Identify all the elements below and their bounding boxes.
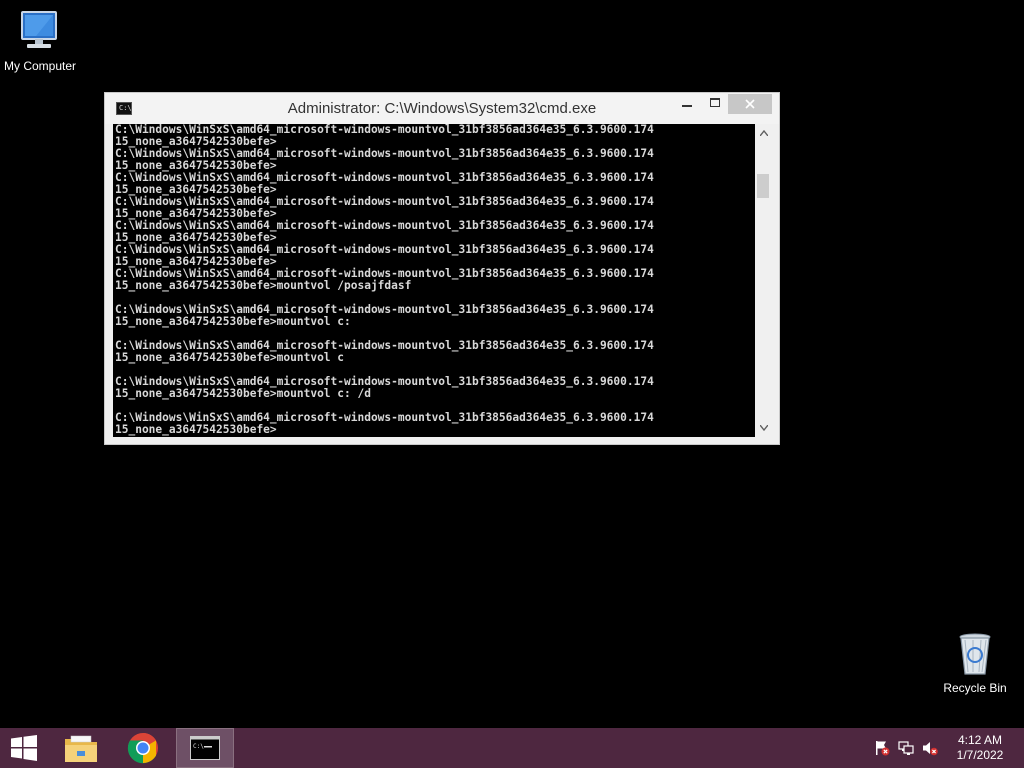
taskbar-chrome[interactable] bbox=[119, 728, 167, 768]
taskbar-clock[interactable]: 4:12 AM 1/7/2022 bbox=[945, 733, 1015, 763]
folder-icon bbox=[65, 735, 97, 762]
scroll-down-button[interactable] bbox=[755, 421, 772, 435]
console-line: 15_none_a3647542530befe>mountvol c: /d bbox=[115, 387, 371, 400]
chevron-down-icon bbox=[758, 424, 769, 432]
desktop-icon-label: My Computer bbox=[3, 59, 77, 73]
network-icon[interactable] bbox=[898, 740, 914, 756]
minimize-icon bbox=[681, 105, 692, 107]
action-center-flag-icon[interactable] bbox=[874, 740, 890, 756]
desktop-icon-recycle-bin[interactable]: Recycle Bin bbox=[935, 630, 1015, 695]
taskbar-command-prompt[interactable]: C:\ bbox=[176, 728, 234, 768]
taskbar-file-explorer[interactable] bbox=[57, 728, 105, 768]
minimize-button[interactable] bbox=[672, 94, 701, 114]
desktop: My Computer Recycle Bin C:\ Administrato… bbox=[0, 0, 1024, 728]
vertical-scrollbar[interactable] bbox=[755, 124, 772, 437]
console-line: 15_none_a3647542530befe>mountvol c bbox=[115, 351, 345, 364]
desktop-icon-label: Recycle Bin bbox=[943, 681, 1007, 695]
desktop-icon-my-computer[interactable]: My Computer bbox=[0, 8, 80, 73]
console-line: 15_none_a3647542530befe> bbox=[115, 423, 277, 436]
maximize-icon bbox=[710, 98, 720, 107]
console-line: 15_none_a3647542530befe>mountvol /posajf… bbox=[115, 279, 412, 292]
windows-logo-icon bbox=[11, 735, 37, 761]
close-button[interactable] bbox=[728, 94, 772, 114]
maximize-button[interactable] bbox=[701, 94, 729, 114]
taskbar: C:\ 4:12 AM 1/7/2022 bbox=[0, 728, 1024, 768]
chevron-up-icon bbox=[758, 129, 769, 137]
window-titlebar[interactable]: C:\ Administrator: C:\Windows\System32\c… bbox=[105, 93, 779, 124]
clock-time: 4:12 AM bbox=[957, 733, 1003, 747]
scroll-thumb[interactable] bbox=[757, 174, 769, 198]
scroll-up-button[interactable] bbox=[755, 126, 772, 140]
console-text: C:\Windows\WinSxS\amd64_microsoft-window… bbox=[113, 124, 755, 436]
console-output[interactable]: C:\Windows\WinSxS\amd64_microsoft-window… bbox=[113, 124, 755, 437]
cmd-icon: C:\ bbox=[190, 736, 220, 760]
chrome-icon bbox=[127, 733, 158, 764]
start-button[interactable] bbox=[0, 728, 48, 768]
svg-text:C:\: C:\ bbox=[193, 743, 204, 750]
recycle-bin-icon bbox=[959, 633, 991, 675]
console-line: 15_none_a3647542530befe>mountvol c: bbox=[115, 315, 351, 328]
cmd-window[interactable]: C:\ Administrator: C:\Windows\System32\c… bbox=[104, 92, 780, 445]
computer-icon bbox=[21, 11, 57, 48]
close-icon bbox=[745, 99, 755, 109]
clock-date: 1/7/2022 bbox=[956, 748, 1004, 762]
volume-muted-icon[interactable] bbox=[922, 740, 938, 756]
